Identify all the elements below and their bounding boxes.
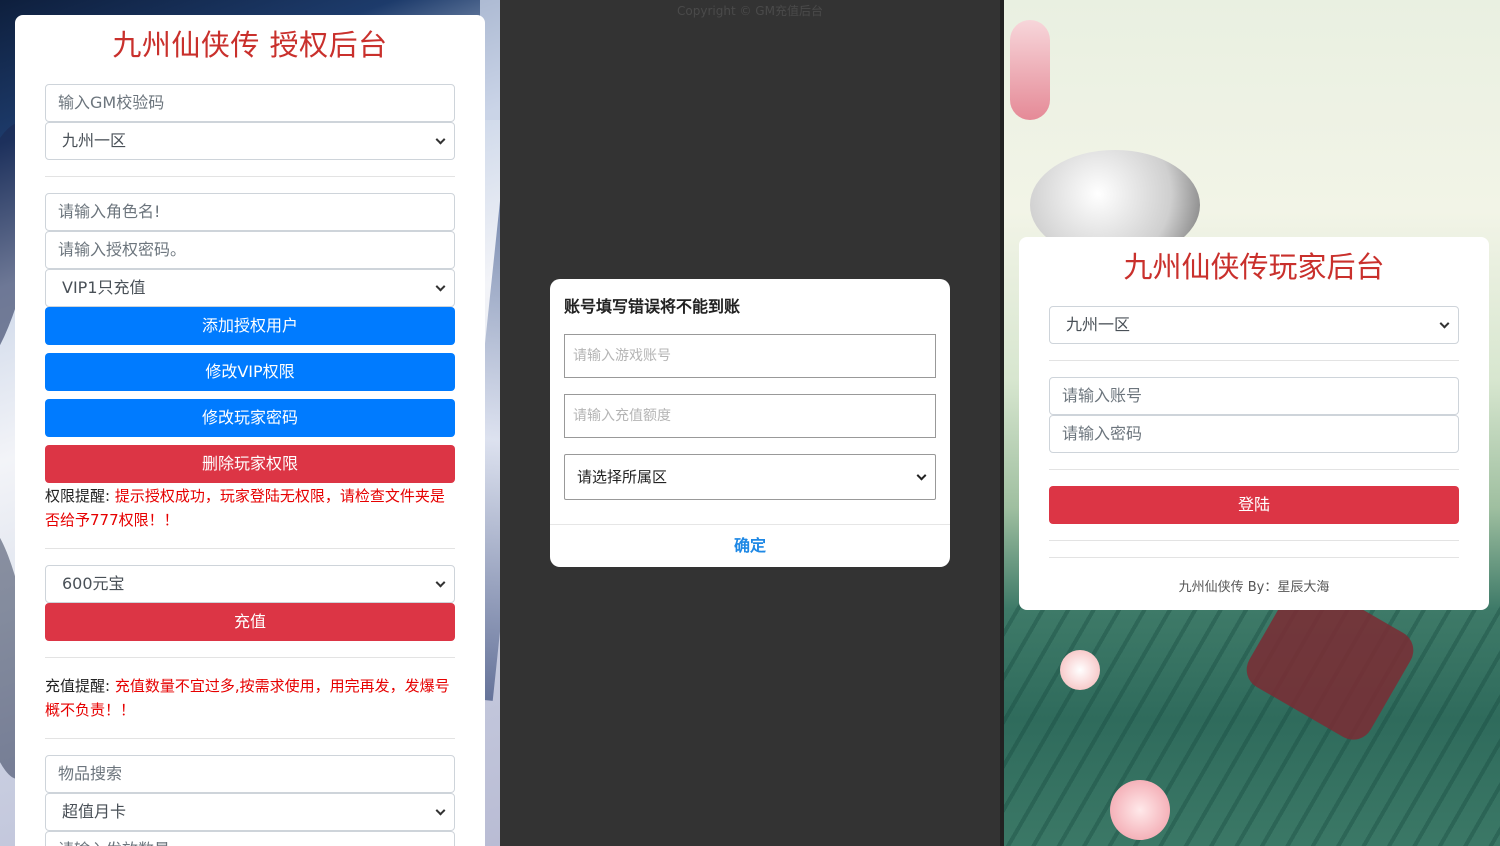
dialog-title: 账号填写错误将不能到账 [564, 297, 741, 316]
admin-page-title: 九州仙侠传 授权后台 [112, 28, 388, 62]
divider [45, 176, 455, 177]
server-select-value: 九州一区 [62, 131, 127, 150]
copyright-text: Copyright © GM充值后台 [677, 4, 823, 18]
background-art [1110, 780, 1170, 840]
chevron-down-icon [435, 577, 446, 588]
item-search-input[interactable]: 物品搜索 [45, 755, 455, 793]
panel-divider [1000, 0, 1004, 846]
login-button[interactable]: 登陆 [1049, 486, 1459, 524]
permission-note: 权限提醒: 提示授权成功，玩家登陆无权限，请检查文件夹是否给予777权限！！ [45, 484, 455, 532]
recharge-overlay: Copyright © GM充值后台 账号填写错误将不能到账 请输入游戏账号 请… [500, 0, 1000, 846]
server-select[interactable]: 九州一区 [45, 122, 455, 160]
permission-note-label: 权限提醒: [45, 487, 111, 505]
auth-password-input[interactable]: 请输入授权密码。 [45, 231, 455, 269]
zone-select[interactable]: 请选择所属区 [564, 454, 936, 500]
modify-password-button[interactable]: 修改玩家密码 [45, 399, 455, 437]
confirm-button[interactable]: 确定 [550, 525, 950, 567]
divider [45, 738, 455, 739]
background-art [1060, 650, 1100, 690]
admin-auth-card: 九州仙侠传 授权后台 输入GM校验码 九州一区 请输入角色名! 请输入授权密码。… [15, 15, 485, 846]
recharge-amount-input[interactable]: 请输入充值额度 [564, 394, 936, 438]
chevron-down-icon [916, 470, 927, 481]
recharge-button[interactable]: 充值 [45, 603, 455, 641]
divider [1049, 540, 1459, 541]
chevron-down-icon [435, 805, 446, 816]
game-account-input[interactable]: 请输入游戏账号 [564, 334, 936, 378]
chevron-down-icon [435, 281, 446, 292]
recharge-note-label: 充值提醒: [45, 677, 111, 695]
recharge-amount-value: 600元宝 [62, 574, 125, 593]
password-input[interactable]: 请输入密码 [1049, 415, 1459, 453]
player-page-title: 九州仙侠传玩家后台 [1123, 250, 1385, 284]
divider [45, 657, 455, 658]
send-quantity-input[interactable]: 请输入发放数量 [45, 831, 455, 846]
chevron-down-icon [435, 134, 446, 145]
delete-permission-button[interactable]: 删除玩家权限 [45, 445, 455, 483]
chevron-down-icon [1439, 318, 1450, 329]
divider [45, 548, 455, 549]
player-server-select[interactable]: 九州一区 [1049, 306, 1459, 344]
zone-select-value: 请选择所属区 [577, 468, 668, 486]
item-select[interactable]: 超值月卡 [45, 793, 455, 831]
player-server-select-value: 九州一区 [1066, 315, 1131, 334]
recharge-dialog: 账号填写错误将不能到账 请输入游戏账号 请输入充值额度 请选择所属区 确定 [550, 279, 950, 567]
add-auth-user-button[interactable]: 添加授权用户 [45, 307, 455, 345]
item-select-value: 超值月卡 [62, 802, 127, 821]
background-art [1000, 600, 1500, 846]
vip-level-select-value: VIP1只充值 [62, 278, 146, 297]
divider [1049, 360, 1459, 361]
gm-code-input[interactable]: 输入GM校验码 [45, 84, 455, 122]
role-name-input[interactable]: 请输入角色名! [45, 193, 455, 231]
footer-credit: 九州仙侠传 By：星辰大海 [1178, 580, 1330, 595]
vip-level-select[interactable]: VIP1只充值 [45, 269, 455, 307]
modify-vip-button[interactable]: 修改VIP权限 [45, 353, 455, 391]
divider [1049, 469, 1459, 470]
divider [1049, 557, 1459, 558]
player-login-card: 九州仙侠传玩家后台 九州一区 请输入账号 请输入密码 登陆 九州仙侠传 By：星… [1019, 237, 1489, 610]
recharge-amount-select[interactable]: 600元宝 [45, 565, 455, 603]
background-art [1010, 20, 1050, 120]
recharge-note: 充值提醒: 充值数量不宜过多,按需求使用，用完再发，发爆号概不负责！！ [45, 674, 455, 722]
account-input[interactable]: 请输入账号 [1049, 377, 1459, 415]
